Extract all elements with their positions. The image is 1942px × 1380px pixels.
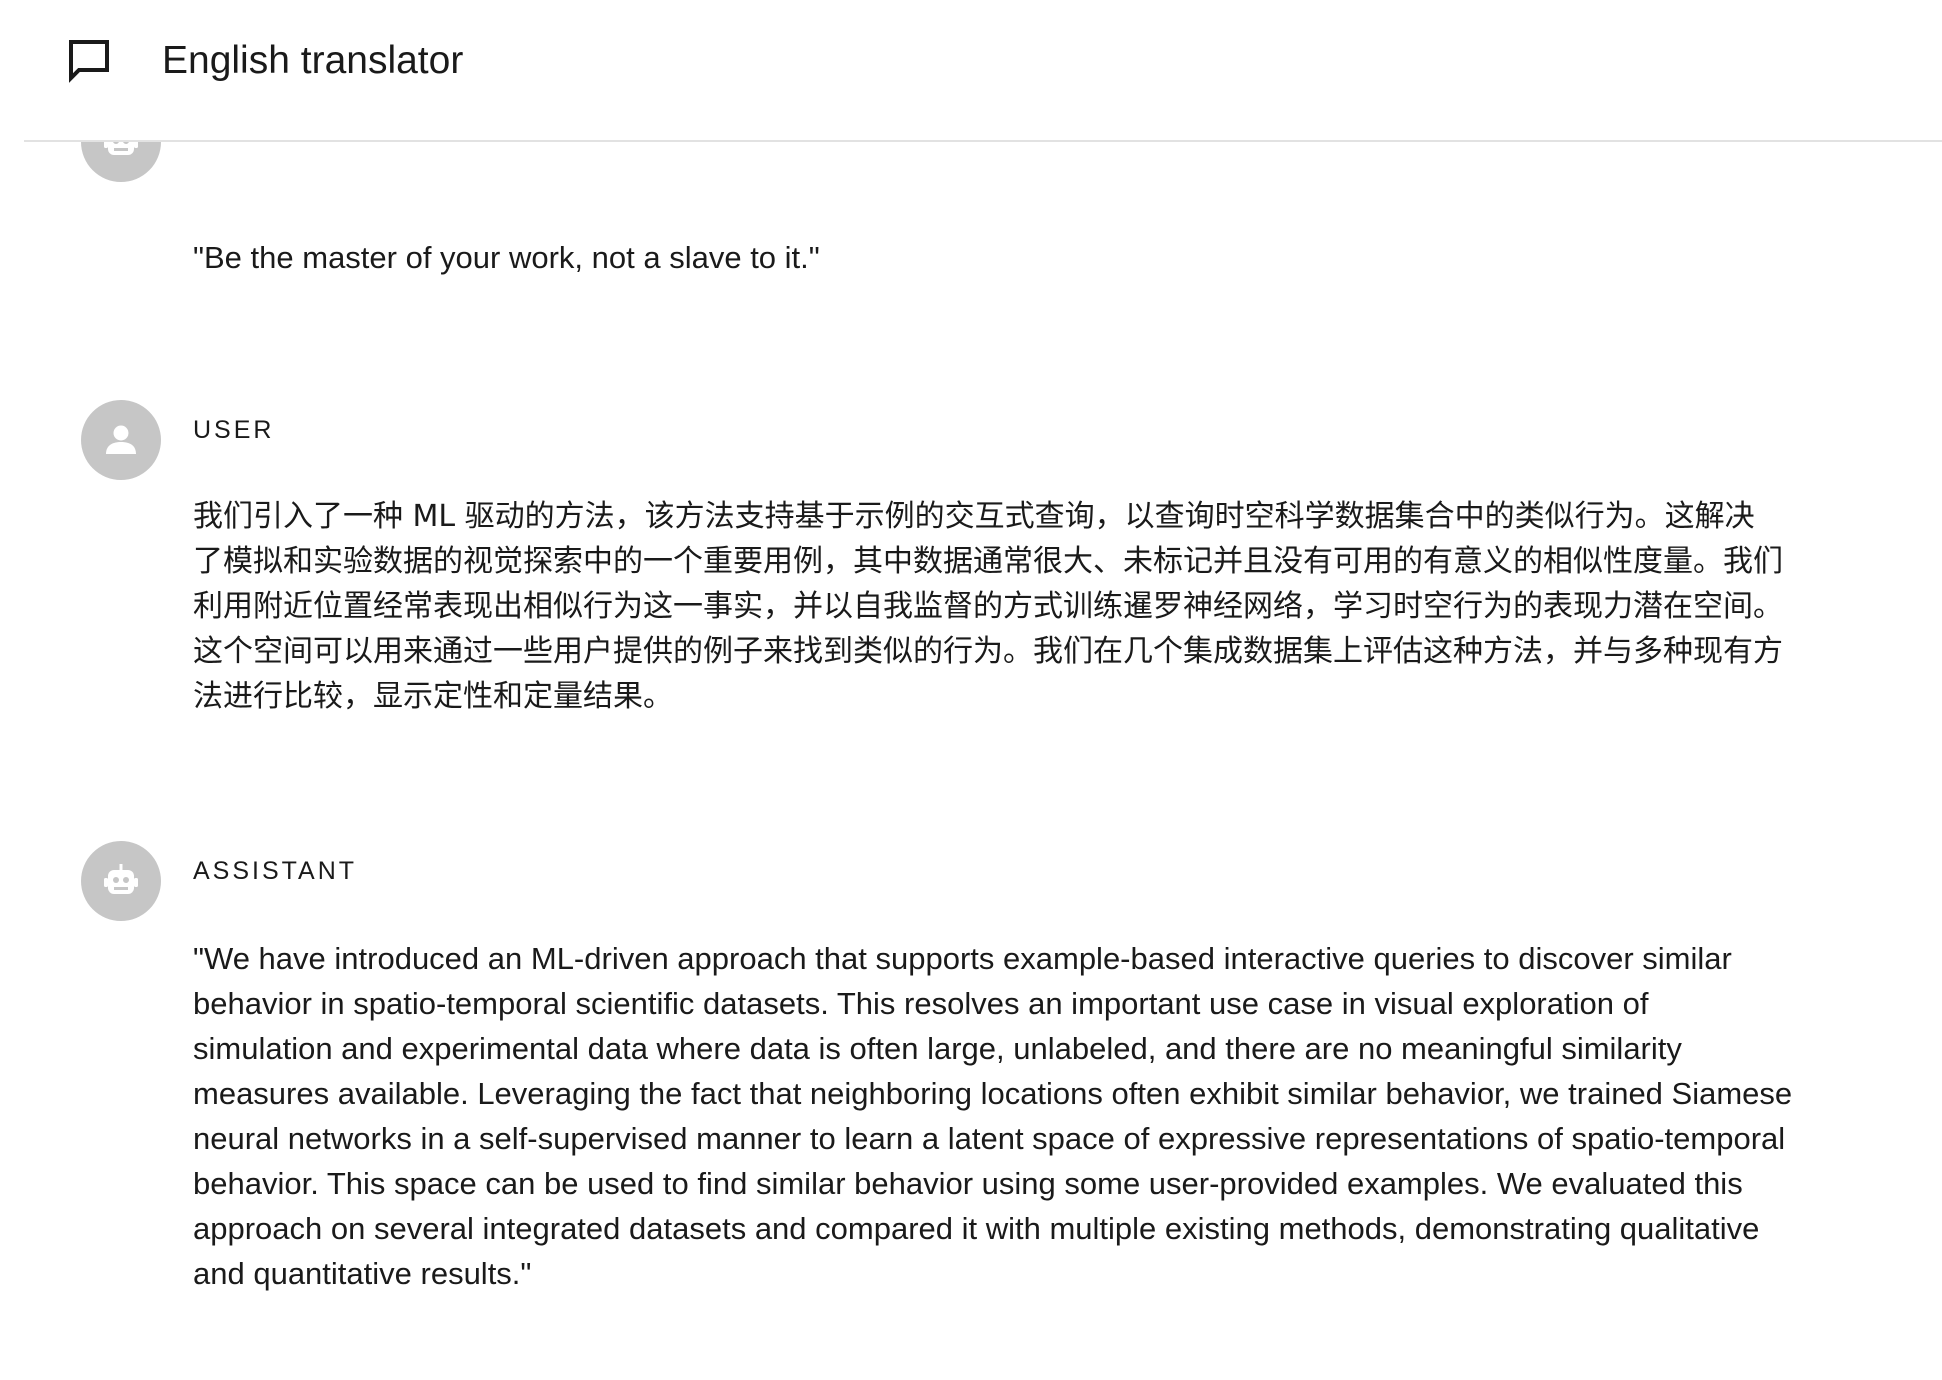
robot-icon: [104, 142, 138, 155]
page-title: English translator: [162, 39, 464, 82]
user-icon: [106, 425, 136, 454]
header-divider: [24, 140, 1942, 142]
message-text: 我们引入了一种 ML 驱动的方法，该方法支持基于示例的交互式查询，以查询时空科学…: [193, 499, 1783, 714]
message-text: "We have introduced an ML-driven approac…: [193, 941, 1793, 1291]
avatar: [81, 841, 161, 921]
robot-icon: [104, 864, 138, 894]
app-header: English translator: [0, 0, 1942, 142]
chat-bubble-icon[interactable]: [66, 38, 112, 84]
avatar: [81, 400, 161, 480]
message-role: USER: [193, 416, 275, 444]
message-text: "Be the master of your work, not a slave…: [193, 240, 820, 275]
message-role: ASSISTANT: [193, 857, 358, 885]
avatar: [81, 142, 161, 182]
conversation-scroll-area[interactable]: ASSISTANT "Be the master of your work, n…: [0, 142, 1942, 1380]
